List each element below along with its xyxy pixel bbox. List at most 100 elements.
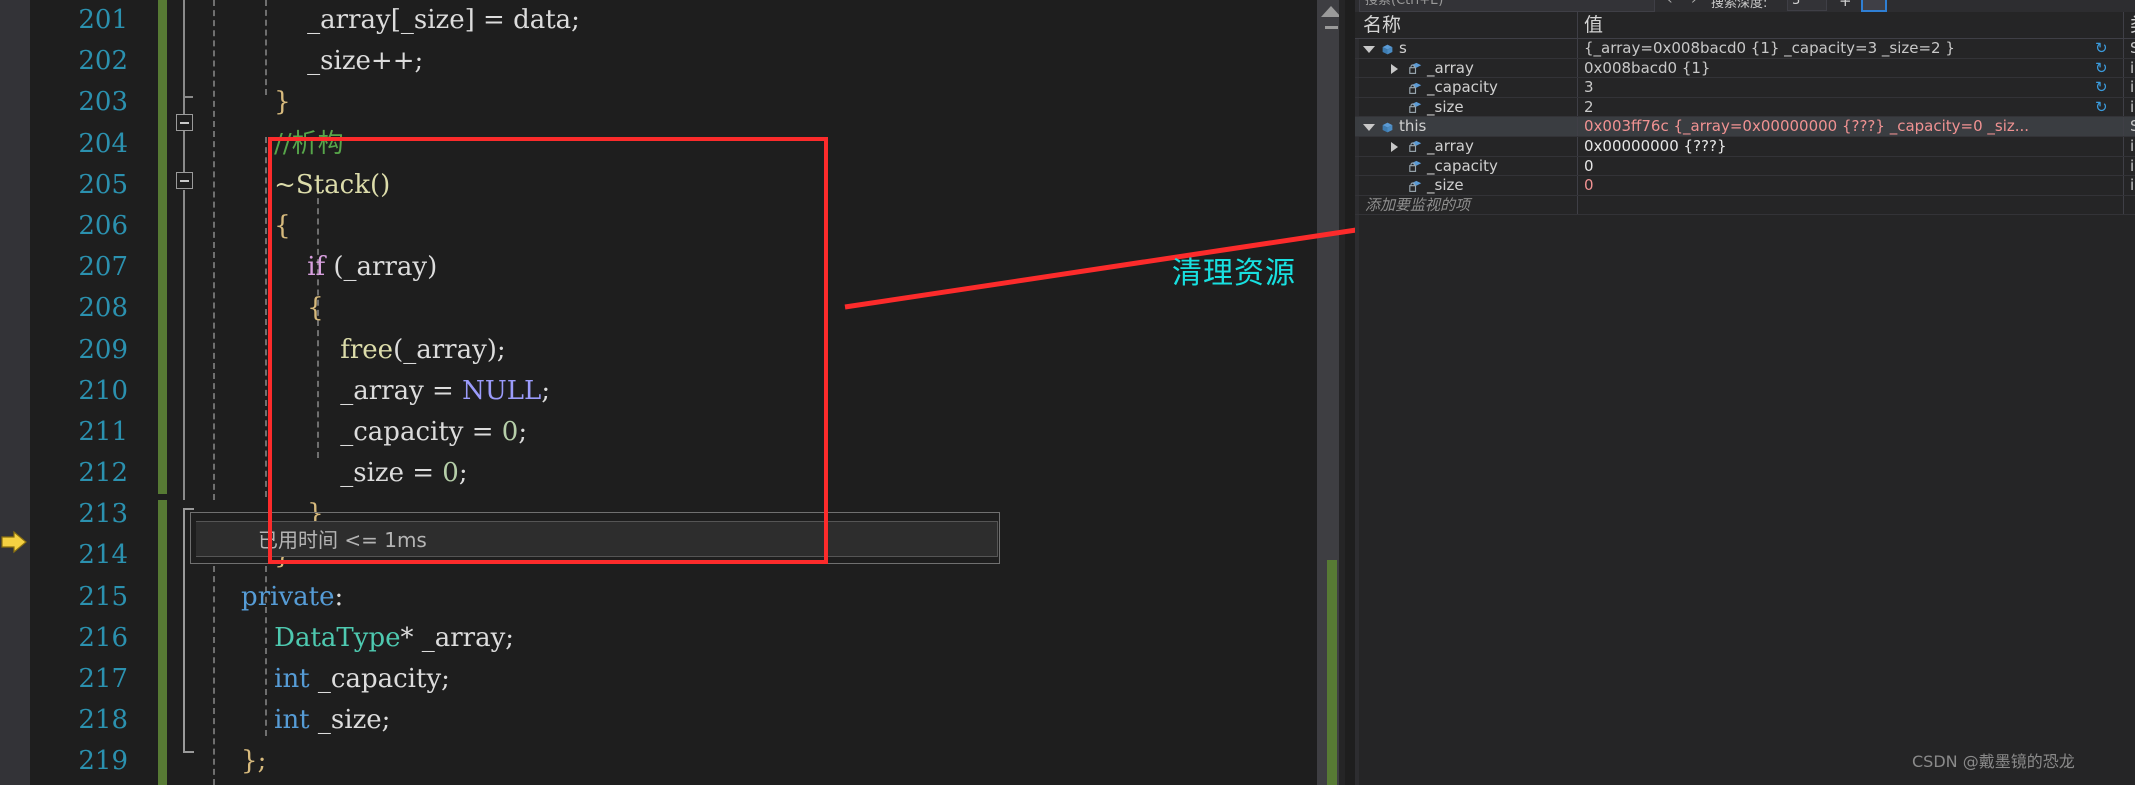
watch-row[interactable]: this 0x003ff76c {_array=0x00000000 {???} … bbox=[1355, 117, 2135, 137]
search-prev-button[interactable]: ‹ bbox=[1667, 0, 1673, 8]
code-token: 0 bbox=[501, 416, 519, 447]
watch-row-value[interactable]: 0x003ff76c {_array=0x00000000 {???} _cap… bbox=[1584, 117, 2084, 137]
watch-row-value[interactable]: 3 bbox=[1584, 78, 2084, 98]
line-number: 212 bbox=[78, 458, 128, 489]
column-divider bbox=[1577, 58, 1578, 78]
watch-row-value[interactable]: 2 bbox=[1584, 98, 2084, 118]
column-divider bbox=[2123, 156, 2124, 176]
watch-row-type: Sta bbox=[2130, 39, 2135, 57]
code-token: ; bbox=[518, 416, 528, 447]
add-watch-row[interactable]: 添加要监视的项 bbox=[1355, 195, 2135, 216]
column-header-value[interactable]: 值 bbox=[1584, 12, 1603, 39]
code-line[interactable]: 218 int _size; bbox=[30, 700, 1345, 741]
code-line[interactable]: 201 _array[_size] = data; bbox=[30, 0, 1345, 41]
code-line[interactable]: 212 _size = 0; bbox=[30, 453, 1345, 494]
code-line[interactable]: 208 { bbox=[30, 288, 1345, 329]
watch-row-value[interactable]: {_array=0x008bacd0 {1} _capacity=3 _size… bbox=[1584, 39, 2084, 59]
watch-row-value[interactable]: 0x008bacd0 {1} bbox=[1584, 59, 2084, 79]
watch-toolbar[interactable]: 搜索(Ctrl+E) ‹ › 搜索深度: 3 + bbox=[1355, 0, 2135, 12]
code-line-text: _array = NULL; bbox=[208, 371, 550, 412]
column-header-type[interactable]: 类 bbox=[2130, 12, 2135, 39]
columns-toggle-button[interactable] bbox=[1861, 0, 1887, 12]
watch-row-type: int bbox=[2130, 97, 2135, 116]
code-line[interactable]: 203 } bbox=[30, 82, 1345, 123]
column-divider bbox=[1577, 136, 1578, 156]
code-line[interactable]: 207 if (_array) bbox=[30, 247, 1345, 288]
code-line[interactable]: 209 free(_array); bbox=[30, 330, 1345, 371]
code-token: } bbox=[208, 87, 291, 118]
code-line-text: if (_array) bbox=[208, 247, 437, 288]
watch-row[interactable]: _array 0x008bacd0 {1} ↻ int bbox=[1355, 58, 2135, 79]
code-token: _size = bbox=[208, 458, 443, 489]
line-number: 207 bbox=[78, 252, 128, 283]
watch-row-value[interactable]: 0 bbox=[1584, 157, 2084, 177]
code-line[interactable]: 204 //析构 bbox=[30, 124, 1345, 165]
watch-window[interactable]: 搜索(Ctrl+E) ‹ › 搜索深度: 3 + 名称 值 类 s {_array… bbox=[1355, 0, 2135, 785]
code-editor-pane[interactable]: 201 _array[_size] = data; 202 _size++; 203… bbox=[0, 0, 1345, 785]
expander-closed-icon[interactable] bbox=[1391, 141, 1398, 152]
code-line[interactable]: 206 { bbox=[30, 206, 1345, 247]
code-text-area[interactable]: 201 _array[_size] = data; 202 _size++; 203… bbox=[30, 0, 1345, 785]
code-line-text: DataType* _array; bbox=[208, 618, 514, 659]
watch-row[interactable]: _capacity 3 ↻ int bbox=[1355, 78, 2135, 98]
refresh-icon[interactable]: ↻ bbox=[2095, 80, 2108, 95]
column-divider bbox=[1577, 78, 1578, 97]
watch-row-value[interactable]: 0 bbox=[1584, 176, 2084, 196]
column-divider bbox=[2123, 195, 2124, 215]
code-token: _size; bbox=[309, 705, 391, 736]
code-line[interactable]: 202 _size++; bbox=[30, 41, 1345, 82]
code-line-text: int _size; bbox=[208, 700, 390, 741]
watch-row[interactable]: _size 2 ↻ int bbox=[1355, 97, 2135, 118]
search-next-button[interactable]: › bbox=[1691, 0, 1697, 8]
scroll-up-arrow-icon[interactable] bbox=[1321, 6, 1341, 17]
code-token: _capacity = bbox=[208, 416, 502, 447]
code-line[interactable]: 216 DataType* _array; bbox=[30, 618, 1345, 659]
expander-closed-icon[interactable] bbox=[1391, 63, 1398, 74]
field-icon bbox=[1409, 140, 1422, 153]
code-token: ; bbox=[541, 375, 551, 406]
code-token: //析构 bbox=[208, 128, 344, 159]
code-line[interactable]: 211 _capacity = 0; bbox=[30, 412, 1345, 453]
line-number: 201 bbox=[78, 5, 128, 35]
code-lines: 201 _array[_size] = data; 202 _size++; 203… bbox=[30, 0, 1345, 785]
watch-row[interactable]: _capacity 0 int bbox=[1355, 156, 2135, 177]
code-token: NULL bbox=[462, 375, 542, 406]
visual-studio-debug-window: 201 _array[_size] = data; 202 _size++; 203… bbox=[0, 0, 2135, 785]
watch-row-type: Sta bbox=[2130, 117, 2135, 136]
breakpoint-margin[interactable] bbox=[0, 0, 30, 785]
watch-row[interactable]: s {_array=0x008bacd0 {1} _capacity=3 _siz… bbox=[1355, 39, 2135, 59]
code-line[interactable]: 215 private: bbox=[30, 577, 1345, 618]
expander-open-icon[interactable] bbox=[1363, 46, 1375, 53]
refresh-icon[interactable]: ↻ bbox=[2095, 100, 2108, 115]
code-line[interactable]: 210 _array = NULL; bbox=[30, 371, 1345, 412]
column-divider bbox=[2123, 117, 2124, 136]
code-line[interactable]: 205 ~Stack() bbox=[30, 165, 1345, 206]
expander-open-icon[interactable] bbox=[1363, 124, 1375, 132]
watch-search-input[interactable]: 搜索(Ctrl+E) bbox=[1359, 0, 1655, 12]
watch-row-value[interactable]: 0x00000000 {???} bbox=[1584, 137, 2084, 157]
code-line[interactable]: 217 int _capacity; bbox=[30, 659, 1345, 700]
code-token: _capacity; bbox=[309, 664, 450, 694]
add-column-button[interactable]: + bbox=[1839, 0, 1852, 10]
refresh-icon[interactable]: ↻ bbox=[2095, 61, 2108, 76]
watch-rows-container[interactable]: s {_array=0x008bacd0 {1} _capacity=3 _siz… bbox=[1355, 39, 2135, 216]
editor-right-edge bbox=[1339, 0, 1345, 785]
column-divider bbox=[1577, 97, 1578, 117]
scrollbar-change-marker bbox=[1327, 560, 1337, 785]
header-separator bbox=[1577, 12, 1578, 39]
code-token: int bbox=[274, 705, 310, 736]
refresh-icon[interactable]: ↻ bbox=[2095, 41, 2108, 56]
code-token: }; bbox=[208, 746, 267, 777]
object-icon bbox=[1381, 121, 1394, 134]
line-number: 210 bbox=[78, 375, 128, 406]
code-line[interactable]: 219 }; bbox=[30, 741, 1345, 782]
watch-row[interactable]: _array 0x00000000 {???} int bbox=[1355, 136, 2135, 157]
field-icon bbox=[1409, 160, 1422, 173]
search-depth-input[interactable]: 3 bbox=[1787, 0, 1827, 11]
watch-row[interactable]: _size 0 int bbox=[1355, 176, 2135, 196]
code-token: (_array); bbox=[393, 334, 506, 365]
line-number: 202 bbox=[78, 46, 128, 77]
column-header-name[interactable]: 名称 bbox=[1363, 12, 1401, 39]
